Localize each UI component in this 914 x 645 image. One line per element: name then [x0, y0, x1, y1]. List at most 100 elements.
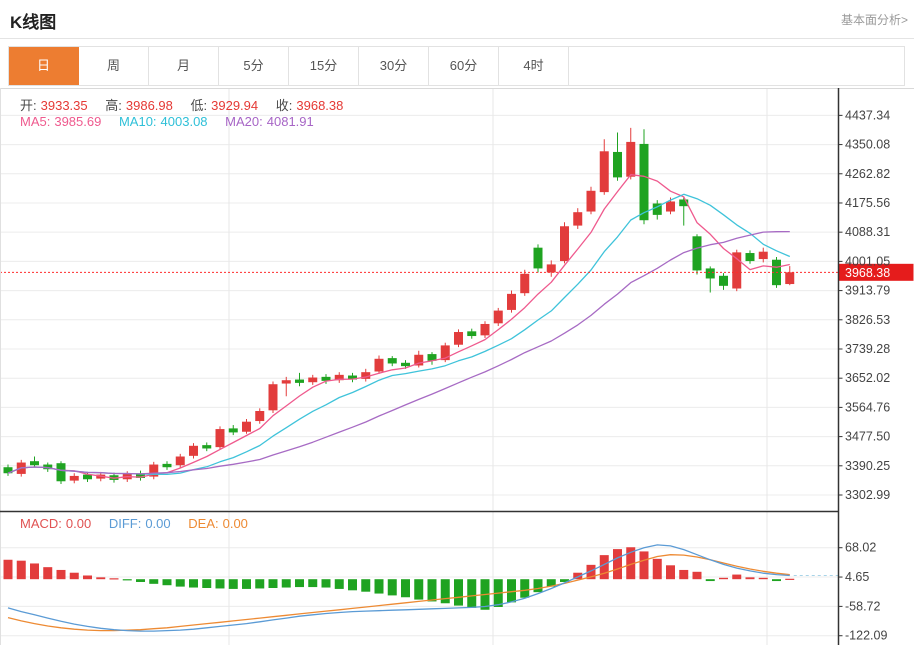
macd-bar[interactable]: [30, 563, 39, 580]
macd-bar[interactable]: [387, 579, 397, 596]
fundamental-analysis-link[interactable]: 基本面分析>: [841, 11, 908, 28]
macd-bar[interactable]: [745, 577, 755, 580]
macd-bar[interactable]: [83, 575, 92, 580]
candle[interactable]: [387, 356, 397, 367]
macd-bar[interactable]: [533, 579, 543, 593]
candle[interactable]: [626, 127, 636, 180]
candle[interactable]: [560, 222, 569, 264]
candle[interactable]: [480, 321, 490, 339]
macd-bar[interactable]: [679, 569, 689, 580]
macd-bar[interactable]: [639, 551, 649, 580]
tab-min60[interactable]: 60分: [429, 47, 499, 85]
candle[interactable]: [719, 273, 728, 290]
macd-bar[interactable]: [295, 579, 304, 588]
candle[interactable]: [785, 266, 795, 286]
tab-hour4[interactable]: 4时: [499, 47, 569, 85]
macd-bar[interactable]: [361, 579, 371, 592]
candle[interactable]: [348, 372, 357, 383]
candle[interactable]: [189, 443, 198, 459]
macd-bar[interactable]: [308, 579, 318, 588]
candle[interactable]: [334, 372, 344, 383]
candle[interactable]: [374, 355, 384, 374]
macd-bar[interactable]: [440, 579, 450, 604]
candle[interactable]: [507, 290, 516, 313]
macd-bar[interactable]: [772, 579, 781, 582]
macd-bar[interactable]: [268, 579, 278, 588]
tab-min30[interactable]: 30分: [359, 47, 429, 85]
macd-bar[interactable]: [56, 569, 66, 580]
macd-bar[interactable]: [136, 579, 145, 582]
macd-bar[interactable]: [122, 579, 132, 581]
candle[interactable]: [493, 307, 503, 326]
macd-bar[interactable]: [666, 565, 675, 580]
macd-bar[interactable]: [705, 579, 715, 582]
macd-bar[interactable]: [785, 578, 795, 580]
candle[interactable]: [414, 350, 424, 368]
macd-bar[interactable]: [732, 574, 742, 580]
macd-bar[interactable]: [242, 579, 251, 589]
candle[interactable]: [228, 425, 238, 436]
candle[interactable]: [255, 408, 265, 424]
macd-bar[interactable]: [520, 579, 530, 598]
candle[interactable]: [69, 473, 79, 484]
tab-day[interactable]: 日: [9, 47, 79, 85]
macd-bar[interactable]: [427, 579, 437, 602]
macd-bar[interactable]: [215, 579, 225, 589]
candle[interactable]: [427, 352, 437, 365]
candle[interactable]: [202, 442, 212, 452]
macd-bar[interactable]: [175, 579, 185, 587]
candle[interactable]: [467, 328, 477, 339]
tab-min15[interactable]: 15分: [289, 47, 359, 85]
candle[interactable]: [56, 461, 66, 484]
candle[interactable]: [586, 186, 596, 215]
candle[interactable]: [268, 381, 278, 414]
macd-bar[interactable]: [719, 577, 728, 580]
macd-bar[interactable]: [321, 579, 331, 588]
candle[interactable]: [281, 376, 291, 397]
candle[interactable]: [705, 266, 715, 293]
candle[interactable]: [520, 269, 530, 296]
macd-bar[interactable]: [414, 579, 424, 600]
candle[interactable]: [361, 368, 371, 382]
macd-bar[interactable]: [652, 558, 662, 580]
candle[interactable]: [613, 132, 622, 181]
macd-bar[interactable]: [162, 579, 172, 586]
macd-bar[interactable]: [202, 579, 212, 588]
macd-bar[interactable]: [334, 579, 344, 589]
tab-week[interactable]: 周: [79, 47, 149, 85]
macd-bar[interactable]: [758, 577, 768, 580]
macd-bar[interactable]: [149, 579, 159, 584]
macd-bar[interactable]: [599, 555, 609, 580]
macd-bar[interactable]: [281, 579, 291, 588]
macd-bar[interactable]: [454, 579, 463, 606]
candle[interactable]: [599, 139, 609, 195]
macd-bar[interactable]: [69, 572, 79, 580]
candle[interactable]: [308, 374, 318, 385]
candle[interactable]: [149, 461, 159, 480]
tab-min5[interactable]: 5分: [219, 47, 289, 85]
macd-bar[interactable]: [401, 579, 410, 598]
macd-bar[interactable]: [109, 578, 119, 580]
tab-month[interactable]: 月: [149, 47, 219, 85]
macd-bar[interactable]: [255, 579, 265, 589]
macd-bar[interactable]: [16, 560, 26, 580]
macd-bar[interactable]: [692, 571, 702, 580]
candle[interactable]: [242, 419, 251, 434]
candle[interactable]: [295, 372, 304, 387]
macd-bar[interactable]: [374, 579, 384, 594]
candle[interactable]: [758, 247, 768, 263]
candle[interactable]: [533, 244, 543, 273]
macd-bar[interactable]: [189, 579, 198, 588]
macd-bar[interactable]: [228, 579, 238, 589]
macd-bar[interactable]: [613, 549, 622, 580]
macd-bar[interactable]: [348, 579, 357, 591]
macd-bar[interactable]: [467, 579, 477, 608]
candle[interactable]: [679, 196, 689, 226]
candle[interactable]: [136, 470, 145, 481]
candle[interactable]: [692, 234, 702, 275]
candle[interactable]: [546, 260, 556, 277]
candle[interactable]: [162, 461, 172, 470]
macd-bar[interactable]: [43, 567, 53, 580]
macd-bar[interactable]: [96, 577, 106, 580]
candle[interactable]: [454, 329, 463, 348]
